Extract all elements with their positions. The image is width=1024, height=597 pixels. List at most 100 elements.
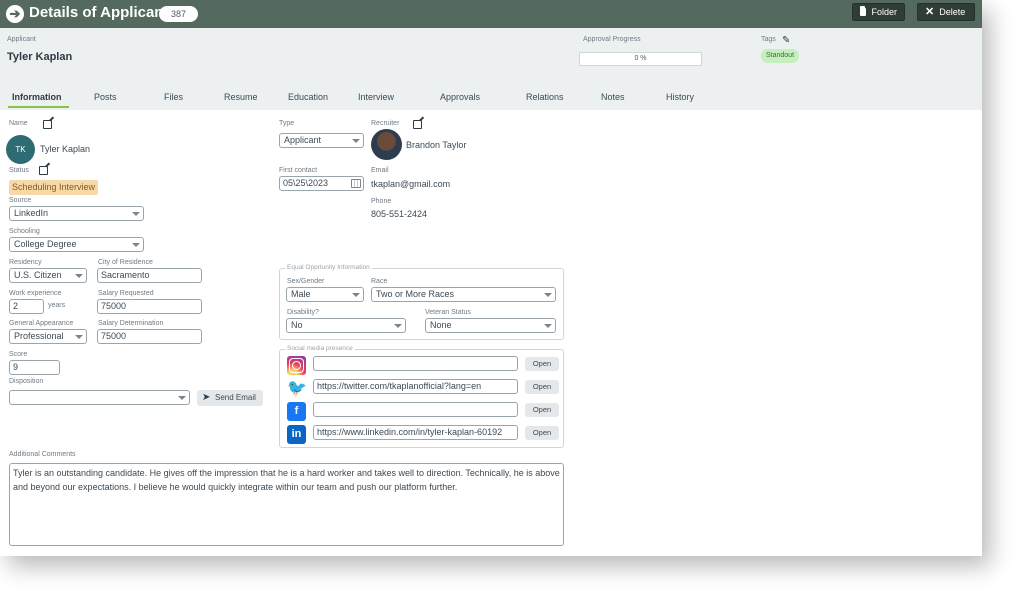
veteran-label: Veteran Status — [425, 309, 471, 316]
pencil-icon[interactable]: ✎ — [782, 35, 790, 46]
linkedin-icon: in — [287, 425, 306, 444]
type-select[interactable]: Applicant — [279, 133, 364, 148]
applicant-name: Tyler Kaplan — [7, 51, 73, 63]
disability-label: Disability? — [287, 309, 319, 316]
email-value: tkaplan@gmail.com — [371, 179, 451, 189]
page-title: Details of Applicant — [29, 4, 169, 21]
tab-education[interactable]: Education — [288, 92, 328, 102]
residency-select[interactable]: U.S. Citizen — [9, 268, 87, 283]
veteran-select[interactable]: None — [425, 318, 556, 333]
edit-status-icon[interactable] — [39, 166, 48, 175]
work-experience-label: Work experience — [9, 290, 62, 297]
folder-button-label: Folder — [871, 7, 897, 17]
residency-label: Residency — [9, 259, 42, 266]
avatar: TK — [6, 135, 35, 164]
race-label: Race — [371, 278, 388, 285]
name-label: Name — [9, 120, 28, 127]
approval-progress-label: Approval Progress — [583, 36, 641, 43]
score-input[interactable]: 9 — [9, 360, 60, 375]
type-value: Applicant — [284, 135, 322, 145]
tab-files[interactable]: Files — [164, 92, 183, 102]
schooling-label: Schooling — [9, 228, 40, 235]
source-select[interactable]: LinkedIn — [9, 206, 144, 221]
linkedin-input[interactable]: https://www.linkedin.com/in/tyler-kaplan… — [313, 425, 518, 440]
approval-progress-bar: 0 % — [579, 52, 702, 66]
chevron-down-icon — [132, 243, 140, 247]
sex-select[interactable]: Male — [286, 287, 364, 302]
tab-information[interactable]: Information — [12, 92, 62, 102]
instagram-input[interactable] — [313, 356, 518, 371]
folder-button[interactable]: Folder — [852, 3, 905, 21]
salary-determination-input[interactable]: 75000 — [97, 329, 202, 344]
chevron-down-icon — [352, 139, 360, 143]
calendar-icon[interactable] — [351, 179, 361, 188]
send-email-button[interactable]: ➤ Send Email — [197, 390, 263, 406]
first-contact-value: 05\25\2023 — [283, 178, 329, 188]
chevron-down-icon — [394, 324, 402, 328]
years-label: years — [48, 302, 66, 309]
tab-resume[interactable]: Resume — [224, 92, 258, 102]
first-contact-label: First contact — [279, 167, 318, 174]
work-experience-input[interactable]: 2 — [9, 299, 44, 314]
tab-approvals[interactable]: Approvals — [440, 92, 480, 102]
folder-icon — [860, 6, 867, 16]
tag-standout[interactable]: Standout — [761, 49, 800, 63]
tab-history[interactable]: History — [666, 92, 694, 102]
delete-button[interactable]: ✕ Delete — [917, 3, 975, 21]
comments-textarea[interactable]: Tyler is an outstanding candidate. He gi… — [9, 463, 564, 546]
social-legend: Social media presence — [285, 345, 355, 352]
phone-label: Phone — [371, 198, 392, 205]
recruiter-label: Recruiter — [371, 120, 400, 127]
send-icon: ➤ — [202, 392, 211, 403]
chevron-down-icon — [352, 293, 360, 297]
residency-value: U.S. Citizen — [14, 270, 62, 280]
disability-select[interactable]: No — [286, 318, 406, 333]
disposition-select[interactable] — [9, 390, 190, 405]
chevron-down-icon — [132, 212, 140, 216]
tags-label: Tags — [761, 36, 776, 43]
delete-button-label: Delete — [939, 7, 966, 17]
general-appearance-select[interactable]: Professional — [9, 329, 87, 344]
twitter-open-button[interactable]: Open — [525, 380, 559, 394]
applicant-count-badge: 387 — [159, 6, 198, 22]
sex-label: Sex/Gender — [287, 278, 325, 285]
chevron-down-icon — [544, 324, 552, 328]
twitter-input[interactable]: https://twitter.com/tkaplanofficial?lang… — [313, 379, 518, 394]
facebook-open-button[interactable]: Open — [525, 403, 559, 417]
linkedin-open-button[interactable]: Open — [525, 426, 559, 440]
summary-band — [0, 28, 982, 110]
disposition-label: Disposition — [9, 378, 44, 385]
instagram-icon — [287, 356, 306, 375]
phone-value: 805-551-2424 — [371, 209, 428, 219]
veteran-value: None — [430, 320, 452, 330]
source-label: Source — [9, 197, 32, 204]
edit-recruiter-icon[interactable] — [413, 120, 422, 129]
chevron-down-icon — [75, 335, 83, 339]
disability-value: No — [291, 320, 303, 330]
tab-notes[interactable]: Notes — [601, 92, 625, 102]
status-label: Status — [9, 167, 29, 174]
facebook-input[interactable] — [313, 402, 518, 417]
race-select[interactable]: Two or More Races — [371, 287, 556, 302]
applicant-details-window: ➔ Details of Applicant 387 Folder ✕ Dele… — [0, 0, 982, 556]
tab-posts[interactable]: Posts — [94, 92, 117, 102]
facebook-icon: f — [287, 402, 306, 421]
schooling-value: College Degree — [14, 239, 77, 249]
edit-name-icon[interactable] — [43, 120, 52, 129]
chevron-down-icon — [178, 396, 186, 400]
chevron-down-icon — [75, 274, 83, 278]
twitter-icon: 🐦 — [287, 379, 307, 398]
city-input[interactable]: Sacramento — [97, 268, 202, 283]
salary-requested-input[interactable]: 75000 — [97, 299, 202, 314]
arrow-right-icon[interactable]: ➔ — [6, 5, 24, 23]
schooling-select[interactable]: College Degree — [9, 237, 144, 252]
first-contact-date-input[interactable]: 05\25\2023 — [279, 176, 364, 191]
active-tab-indicator — [8, 106, 69, 108]
tab-interview[interactable]: Interview — [358, 92, 394, 102]
eeo-legend: Equal Opprtunity Information — [285, 264, 372, 271]
applicant-label: Applicant — [7, 36, 36, 43]
race-value: Two or More Races — [376, 289, 455, 299]
tab-relations[interactable]: Relations — [526, 92, 564, 102]
instagram-open-button[interactable]: Open — [525, 357, 559, 371]
type-label: Type — [279, 120, 295, 127]
